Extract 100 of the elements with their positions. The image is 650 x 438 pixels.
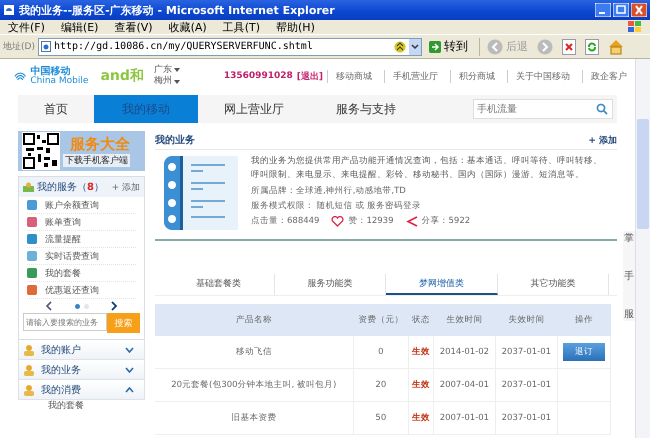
user-phone: 13560991028 xyxy=(224,71,293,81)
header-link[interactable]: 移动商城 xyxy=(327,70,380,82)
status-cell: 生效 xyxy=(408,402,434,434)
unsubscribe-button[interactable]: 退订 xyxy=(562,343,605,361)
section-icon xyxy=(23,384,35,396)
app-download-banner[interactable]: 服务大全 下载手机客户端 xyxy=(18,131,145,171)
status-cell: 生效 xyxy=(408,368,434,402)
minimize-icon[interactable] xyxy=(595,3,611,17)
refresh-icon[interactable] xyxy=(584,38,599,54)
nav-tab[interactable]: 网上营业厅 xyxy=(198,95,310,123)
column-header: 状态 xyxy=(408,304,434,336)
click-count: 点击量：688449 xyxy=(251,215,320,228)
qr-code-icon xyxy=(22,132,60,170)
menu-item[interactable]: 编辑(E) xyxy=(60,20,98,34)
window-title: 我的业务--服务区-广东移动 - Microsoft Internet Explorer xyxy=(19,2,335,18)
windows-flag-icon xyxy=(628,21,642,33)
service-link[interactable]: 优惠返还查询 xyxy=(45,284,99,296)
header-link[interactable]: 关于中国移动 xyxy=(507,70,578,82)
nav-tab[interactable]: 首页 xyxy=(18,95,94,123)
side-tab-label: 服 xyxy=(624,308,634,321)
side-tab-label: 掌 xyxy=(624,232,634,245)
table-cell: 20元套餐(包300分钟本地主叫, 被叫包月) xyxy=(155,368,354,402)
banner-title: 服务大全 xyxy=(70,135,130,154)
add-link[interactable]: + 添加 xyxy=(112,180,140,194)
heart-icon[interactable] xyxy=(331,216,344,227)
page-dot[interactable] xyxy=(84,304,88,308)
table-cell: 2037-01-01 xyxy=(495,368,558,402)
service-link[interactable]: 我的套餐 xyxy=(45,266,81,280)
close-icon[interactable] xyxy=(631,3,647,17)
stop-icon[interactable] xyxy=(562,38,576,54)
service-search-field[interactable]: 请输入要搜索的业务 xyxy=(23,313,107,331)
brand-logo: and和 xyxy=(100,67,144,85)
user-icon xyxy=(23,182,34,192)
browser-icon xyxy=(3,4,15,16)
menu-item[interactable]: 帮助(H) xyxy=(276,20,315,34)
header-link[interactable]: 积分商城 xyxy=(450,70,503,82)
scrollbar[interactable] xyxy=(635,59,650,438)
column-header: 操作 xyxy=(557,304,610,336)
category-tab[interactable]: 其它功能类 xyxy=(498,274,609,295)
region-dropdown[interactable]: 广东 xyxy=(154,64,180,76)
menu-item[interactable]: 文件(F) xyxy=(8,20,45,34)
logo-subtitle: China Mobile xyxy=(30,76,88,86)
address-field[interactable]: http://gd.10086.cn/my/QUERYSERVERFUNC.shtml xyxy=(38,38,422,56)
status-cell: 生效 xyxy=(408,336,434,368)
column-header: 资费（元） xyxy=(353,304,409,336)
category-tab[interactable]: 梦网增值类 xyxy=(386,274,498,295)
page-icon xyxy=(40,41,51,52)
dropdown-icon[interactable] xyxy=(408,38,421,54)
table-cell: 2007-04-01 xyxy=(433,368,496,402)
side-tab[interactable]: 掌 手 服 xyxy=(623,231,635,321)
nav-tab[interactable]: 服务与支持 xyxy=(310,95,422,123)
logo-text: 中国移动 xyxy=(30,66,70,77)
side-tab-label: 手 xyxy=(624,270,634,283)
share-icon[interactable] xyxy=(406,216,418,227)
search-field[interactable]: 手机流量 xyxy=(473,99,613,119)
service-description: 我的业务为您提供常用产品功能开通情况查询，包括：基本通话、呼叫等待、呼叫转移、呼叫限制、来电显示、来电提醒、彩铃、移动秘书、国内（国际）漫游、短消息等。 xyxy=(251,155,603,182)
go-arrow-icon xyxy=(428,40,441,52)
category-tab[interactable]: 服务功能类 xyxy=(274,274,386,295)
column-header: 生效时间 xyxy=(433,304,496,336)
table-cell: 旧基本资费 xyxy=(155,402,354,434)
go-button[interactable]: 转到 xyxy=(424,38,472,55)
page-dot[interactable] xyxy=(74,304,80,308)
table-cell: 2014-01-02 xyxy=(433,336,496,368)
services-title: 我的服务（8） xyxy=(37,180,104,194)
region-dropdown[interactable]: 梅州 xyxy=(154,76,180,88)
column-header: 产品名称 xyxy=(155,304,354,336)
accordion-header[interactable]: 我的业务 xyxy=(18,360,145,380)
service-link[interactable]: 实时话费查询 xyxy=(45,250,99,262)
accordion-header[interactable]: 我的账户 xyxy=(18,340,145,360)
category-tab[interactable]: 基础套餐类 xyxy=(163,274,274,295)
table-cell: 0 xyxy=(353,336,409,368)
maximize-icon[interactable] xyxy=(613,3,629,17)
auth-info: 服务模式权限： 随机短信 或 服务密码登录 xyxy=(251,200,422,212)
banner-subtitle: 下载手机客户端 xyxy=(63,154,130,167)
share-count: 分享：5922 xyxy=(422,215,470,228)
section-icon xyxy=(23,344,35,356)
service-link[interactable]: 账户余额查询 xyxy=(45,198,99,212)
header-link[interactable]: 手机营业厅 xyxy=(384,70,446,82)
table-cell: 50 xyxy=(353,402,409,434)
service-link[interactable]: 流量提醒 xyxy=(45,232,81,246)
like-count: 赞：12939 xyxy=(348,215,394,228)
search-icon[interactable] xyxy=(596,103,608,115)
menu-item[interactable]: 工具(T) xyxy=(222,20,260,34)
caret-icon xyxy=(174,80,180,84)
next-icon[interactable] xyxy=(111,301,118,311)
previous-icon[interactable] xyxy=(45,301,52,311)
table-cell: 2037-01-01 xyxy=(495,336,558,368)
service-link[interactable]: 账单查询 xyxy=(45,216,81,228)
section-title: 我的业务 xyxy=(155,134,195,147)
home-icon[interactable] xyxy=(608,38,624,54)
add-link[interactable]: + 添加 xyxy=(588,134,617,146)
table-cell: 2037-01-01 xyxy=(495,402,558,434)
logout-link[interactable]: [退出] xyxy=(296,70,323,82)
section-link[interactable]: 我的套餐 xyxy=(18,400,145,413)
table-cell: 移动飞信 xyxy=(155,336,354,368)
accordion-header[interactable]: 我的消费 xyxy=(18,380,145,400)
menu-item[interactable]: 收藏(A) xyxy=(168,20,207,34)
menu-item[interactable]: 查看(V) xyxy=(114,20,153,34)
list-app-icon xyxy=(163,155,239,231)
table-cell: 2007-01-01 xyxy=(433,402,496,434)
